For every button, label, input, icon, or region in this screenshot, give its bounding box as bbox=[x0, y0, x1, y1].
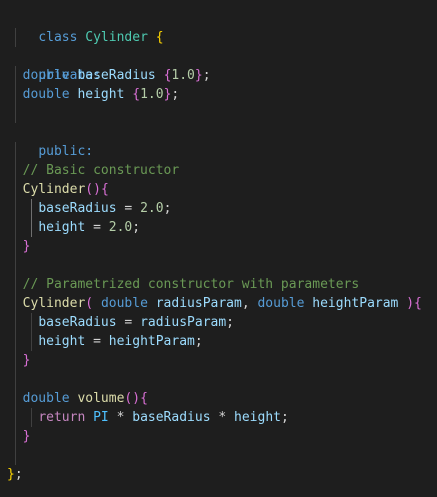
type-double: double bbox=[22, 87, 70, 102]
indent-guide bbox=[15, 180, 16, 199]
indent-guide bbox=[15, 294, 16, 313]
member-baseRadius: baseRadius bbox=[77, 68, 156, 83]
code-line-13[interactable]: } bbox=[0, 237, 437, 256]
indent-guide bbox=[15, 218, 16, 237]
type-double: double bbox=[257, 296, 305, 311]
code-line-22[interactable]: return PI * baseRadius * height; bbox=[0, 408, 437, 427]
code-line-8[interactable] bbox=[0, 142, 437, 161]
code-line-18[interactable]: height = heightParam; bbox=[0, 332, 437, 351]
indent-guide bbox=[15, 351, 16, 370]
code-line-25[interactable]: }; bbox=[0, 465, 437, 484]
code-line-2[interactable] bbox=[0, 28, 437, 47]
class-close-brace: } bbox=[7, 467, 15, 482]
type-double: double bbox=[22, 68, 70, 83]
code-line-7[interactable]: public: bbox=[0, 123, 437, 159]
indent-guide bbox=[15, 237, 16, 256]
param-radiusParam: radiusParam bbox=[155, 296, 242, 311]
code-line-19[interactable]: } bbox=[0, 351, 437, 370]
member-height: height bbox=[77, 87, 125, 102]
indent-guide bbox=[15, 408, 16, 427]
keyword-return: return bbox=[38, 410, 86, 425]
code-line-3[interactable]: private: bbox=[0, 47, 437, 83]
type-double: double bbox=[22, 391, 70, 406]
member-baseRadius: baseRadius bbox=[132, 410, 211, 425]
indent-guide bbox=[15, 66, 16, 85]
indent-guide-active bbox=[31, 199, 32, 218]
indent-guide bbox=[15, 313, 16, 332]
code-line-20[interactable] bbox=[0, 370, 437, 389]
member-height: height bbox=[38, 334, 86, 349]
close-brace: } bbox=[22, 429, 31, 444]
indent-guide bbox=[15, 161, 16, 180]
code-line-6[interactable] bbox=[0, 104, 437, 123]
indent-guide bbox=[15, 389, 16, 408]
code-line-23[interactable]: } bbox=[0, 427, 437, 446]
param-heightParam: heightParam bbox=[312, 296, 399, 311]
param-heightParam: heightParam bbox=[108, 334, 195, 349]
code-line-15[interactable]: // Parametrized constructor with paramet… bbox=[0, 275, 437, 294]
indent-guide bbox=[15, 104, 16, 123]
code-line-4[interactable]: double baseRadius {1.0}; bbox=[0, 66, 437, 85]
indent-guide bbox=[15, 142, 16, 161]
indent-guide bbox=[15, 28, 16, 47]
code-line-10[interactable]: Cylinder(){ bbox=[0, 180, 437, 199]
indent-guide bbox=[15, 427, 16, 446]
method-volume: volume bbox=[77, 391, 125, 406]
indent-guide bbox=[15, 370, 16, 389]
code-line-1[interactable]: class Cylinder { bbox=[0, 9, 437, 45]
constructor-name: Cylinder bbox=[22, 296, 86, 311]
constant-pi: PI bbox=[93, 410, 109, 425]
indent-guide bbox=[31, 313, 32, 332]
indent-guide bbox=[31, 332, 32, 351]
member-height: height bbox=[234, 410, 281, 425]
code-line-24[interactable] bbox=[0, 446, 437, 465]
number-literal: 1.0 bbox=[171, 68, 195, 83]
close-brace: } bbox=[22, 239, 31, 254]
code-line-17[interactable]: baseRadius = radiusParam; bbox=[0, 313, 437, 332]
indent-guide bbox=[15, 332, 16, 351]
code-line-12[interactable]: height = 2.0; bbox=[0, 218, 437, 237]
code-line-9[interactable]: // Basic constructor bbox=[0, 161, 437, 180]
code-line-16[interactable]: Cylinder( double radiusParam, double hei… bbox=[0, 294, 437, 313]
member-baseRadius: baseRadius bbox=[38, 315, 117, 330]
indent-guide bbox=[15, 256, 16, 275]
constructor-name: Cylinder bbox=[22, 182, 86, 197]
member-height: height bbox=[38, 220, 86, 235]
comment-parametrized-constructor: // Parametrized constructor with paramet… bbox=[22, 277, 360, 292]
code-line-21[interactable]: double volume(){ bbox=[0, 389, 437, 408]
code-line-11[interactable]: baseRadius = 2.0; bbox=[0, 199, 437, 218]
code-line-5[interactable]: double height {1.0}; bbox=[0, 85, 437, 104]
indent-guide bbox=[15, 446, 16, 465]
type-double: double bbox=[100, 296, 148, 311]
close-brace: } bbox=[22, 353, 31, 368]
code-editor[interactable]: class Cylinder { private: double baseRad… bbox=[0, 0, 437, 497]
indent-guide bbox=[15, 275, 16, 294]
param-radiusParam: radiusParam bbox=[140, 315, 227, 330]
number-literal: 1.0 bbox=[140, 87, 164, 102]
number-literal: 2.0 bbox=[108, 220, 133, 235]
indent-guide bbox=[15, 85, 16, 104]
indent-guide bbox=[31, 408, 32, 427]
indent-guide bbox=[15, 199, 16, 218]
indent-guide-active bbox=[31, 218, 32, 237]
member-baseRadius: baseRadius bbox=[38, 201, 117, 216]
code-line-14[interactable] bbox=[0, 256, 437, 275]
comment-basic-constructor: // Basic constructor bbox=[22, 163, 180, 178]
number-literal: 2.0 bbox=[140, 201, 164, 216]
